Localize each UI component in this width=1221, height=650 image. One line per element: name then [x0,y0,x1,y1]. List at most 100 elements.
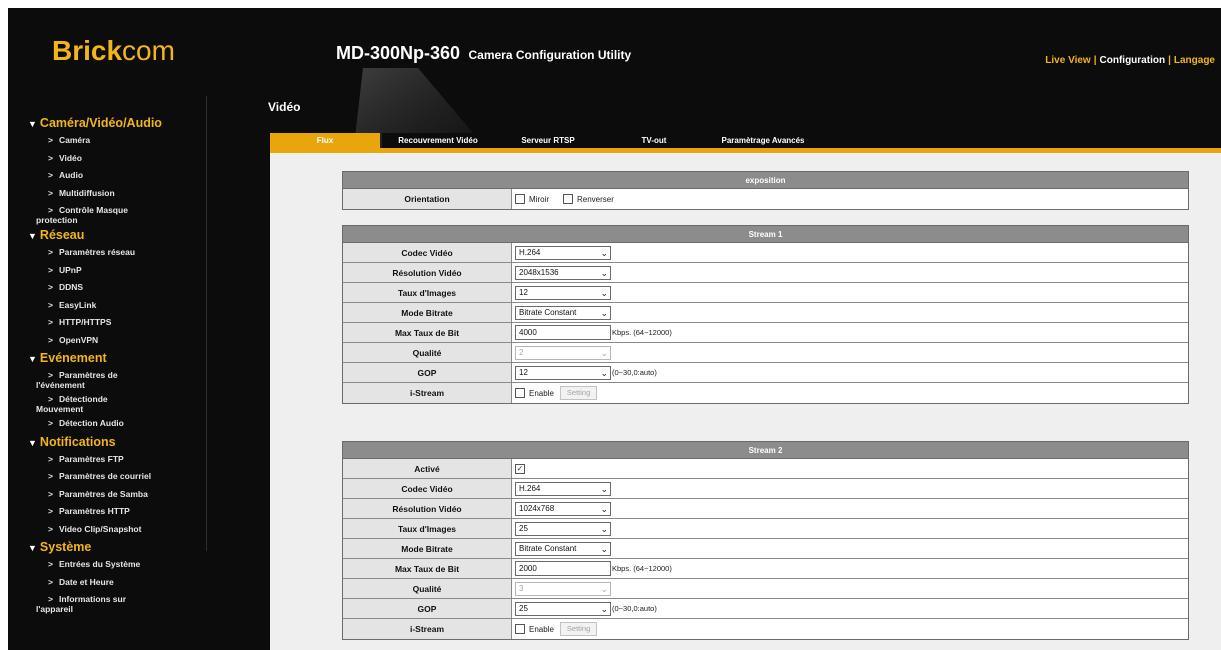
flip-checkbox[interactable] [563,194,573,204]
form-row: Max Taux de Bit 4000 Kbps. (64~12000) [343,323,1188,343]
stream2-panel: Stream 2 Activé ✓ Codec Vidéo H.264 ⌄ Rés… [342,441,1189,640]
form-row: i-Stream Enable Setting [343,383,1188,403]
form-row: Taux d'Images 12 ⌄ [343,283,1188,303]
sidebar-item-ftp[interactable]: > Paramètres FTP [8,451,206,469]
istream-label: i-Stream [343,619,512,639]
stream1-istream-checkbox[interactable] [515,388,525,398]
active-label: Activé [343,459,512,478]
resolution-label: Résolution Vidéo [343,499,512,518]
form-row: GOP 25 ⌄ (0~30,0:auto) [343,599,1188,619]
sidebar-item-device-info[interactable]: > Informations sur l'appareil [8,591,206,615]
sidebar-item-audio-detection[interactable]: > Détection Audio [8,415,206,433]
chevron-down-icon: ⌄ [600,287,608,298]
form-row: Orientation Miroir Renverser [343,189,1188,209]
form-row: Max Taux de Bit 2000 Kbps. (64~12000) [343,559,1188,579]
exposure-panel: exposition Orientation Miroir Renverser [342,171,1189,210]
sidebar-item-event-settings[interactable]: > Paramètres de l'événement [8,367,206,391]
sidebar-item-multicast[interactable]: > Multidiffusion [8,185,206,203]
bitrate-range-hint: Kbps. (64~12000) [612,564,672,573]
sidebar-section-notifications[interactable]: ▼ Notifications [8,433,206,451]
sidebar-section-network[interactable]: ▼ Réseau [8,226,206,244]
tab-tv-out[interactable]: TV-out [602,133,706,148]
fps-label: Taux d'Images [343,519,512,538]
nav-configuration-link[interactable]: Configuration [1100,55,1166,66]
stream2-setting-button[interactable]: Setting [559,622,598,636]
sidebar-item-audio[interactable]: > Audio [8,167,206,185]
sidebar-item-privacy-mask[interactable]: > Contrôle Masque protection [8,202,206,226]
sidebar-item-motion-detection[interactable]: > Détectionde Mouvement [8,391,206,415]
sidebar: ▼ Caméra/Vidéo/Audio > Caméra > Vidéo > Audi… [8,114,206,615]
model-name: MD-300Np-360 [336,43,461,63]
tab-video-overlay[interactable]: Recouvrement Vidéo [382,133,494,148]
sidebar-item-camera[interactable]: > Caméra [8,132,206,150]
chevron-down-icon: ⌄ [600,523,608,534]
nav-language-link[interactable]: Langage [1174,55,1215,66]
stream1-panel: Stream 1 Codec Vidéo H.264 ⌄ Résolution V… [342,225,1189,404]
stream1-fps-select[interactable]: 12 ⌄ [515,285,611,300]
gop-range-hint: (0~30,0:auto) [612,604,657,613]
bitrate-mode-label: Mode Bitrate [343,303,512,322]
stream2-gop-select[interactable]: 25 ⌄ [515,601,611,616]
form-row: Mode Bitrate Bitrate Constant ⌄ [343,303,1188,323]
chevron-down-icon: ⌄ [600,347,608,358]
stream1-setting-button[interactable]: Setting [559,386,598,400]
gop-label: GOP [343,599,512,618]
sidebar-item-http-https[interactable]: > HTTP/HTTPS [8,314,206,332]
sidebar-item-ddns[interactable]: > DDNS [8,279,206,297]
resolution-label: Résolution Vidéo [343,263,512,282]
quality-label: Qualité [343,579,512,598]
tab-rtsp-server[interactable]: Serveur RTSP [496,133,600,148]
stream2-fps-select[interactable]: 25 ⌄ [515,521,611,536]
page-title: Vidéo [268,100,301,114]
bitrate-mode-label: Mode Bitrate [343,539,512,558]
sidebar-item-video[interactable]: > Vidéo [8,150,206,168]
sidebar-section-camera[interactable]: ▼ Caméra/Vidéo/Audio [8,114,206,132]
sidebar-item-date-time[interactable]: > Date et Heure [8,574,206,592]
stream1-bitrate-mode-select[interactable]: Bitrate Constant ⌄ [515,305,611,320]
content-area: exposition Orientation Miroir Renverser … [270,153,1221,650]
max-bitrate-label: Max Taux de Bit [343,323,512,342]
sidebar-item-http[interactable]: > Paramètres HTTP [8,503,206,521]
stream1-gop-select[interactable]: 12 ⌄ [515,365,611,380]
utility-subtitle: Camera Configuration Utility [468,48,632,62]
tab-flux[interactable]: Flux [270,133,380,148]
sidebar-section-system[interactable]: ▼ Système [8,538,206,556]
panel-header: Stream 2 [343,442,1188,459]
sidebar-item-easylink[interactable]: > EasyLink [8,297,206,315]
stream2-max-bitrate-input[interactable]: 2000 [515,561,611,576]
tab-advanced-settings[interactable]: Paramètrage Avancés [708,133,818,148]
stream2-resolution-select[interactable]: 1024x768 ⌄ [515,501,611,516]
sidebar-item-network-settings[interactable]: > Paramètres réseau [8,244,206,262]
chevron-down-icon: ⌄ [600,483,608,494]
fps-label: Taux d'Images [343,283,512,302]
stream2-codec-select[interactable]: H.264 ⌄ [515,481,611,496]
stream2-istream-checkbox[interactable] [515,624,525,634]
stream1-max-bitrate-input[interactable]: 4000 [515,325,611,340]
sidebar-section-event[interactable]: ▼ Evénement [8,349,206,367]
stream2-bitrate-mode-select[interactable]: Bitrate Constant ⌄ [515,541,611,556]
enable-label: Enable [529,624,554,634]
stream2-active-checkbox[interactable]: ✓ [515,463,525,474]
sidebar-item-video-clip[interactable]: > Video Clip/Snapshot [8,521,206,539]
chevron-down-icon: ⌄ [600,247,608,258]
chevron-down-icon: ⌄ [600,307,608,318]
nav-live-view-link[interactable]: Live View [1045,55,1090,66]
stream1-resolution-select[interactable]: 2048x1536 ⌄ [515,265,611,280]
sidebar-item-openvpn[interactable]: > OpenVPN [8,332,206,350]
form-row: Qualité 3 ⌄ [343,579,1188,599]
chevron-down-icon: ⌄ [600,267,608,278]
chevron-down-icon: ⌄ [600,503,608,514]
stream1-codec-select[interactable]: H.264 ⌄ [515,245,611,260]
mirror-checkbox[interactable] [515,194,525,204]
sidebar-item-upnp[interactable]: > UPnP [8,262,206,280]
form-row: Taux d'Images 25 ⌄ [343,519,1188,539]
form-row: Résolution Vidéo 2048x1536 ⌄ [343,263,1188,283]
form-row: Activé ✓ [343,459,1188,479]
app-window: Brickcom MD-300Np-360 Camera Configurati… [8,8,1221,650]
panel-header: Stream 1 [343,226,1188,243]
gop-range-hint: (0~30,0:auto) [612,368,657,377]
sidebar-item-samba[interactable]: > Paramètres de Samba [8,486,206,504]
top-nav: Live View | Configuration | Langage [1045,55,1215,66]
sidebar-item-email[interactable]: > Paramètres de courriel [8,468,206,486]
sidebar-item-system-inputs[interactable]: > Entrées du Système [8,556,206,574]
